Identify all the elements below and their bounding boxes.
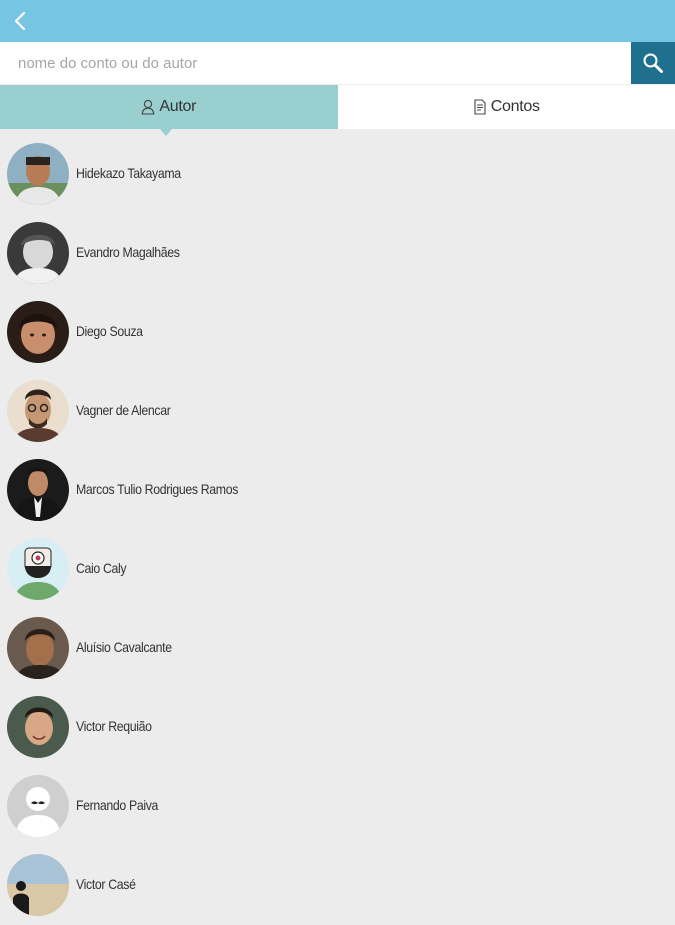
search-input[interactable] (0, 42, 631, 84)
chevron-left-icon (13, 10, 27, 32)
author-name: Hidekazo Takayama (76, 165, 181, 181)
author-name: Aluísio Cavalcante (76, 639, 172, 655)
author-avatar (7, 775, 69, 837)
author-list-item[interactable]: Diego Souza (0, 293, 675, 372)
author-avatar (7, 380, 69, 442)
user-icon (141, 99, 155, 115)
app-top-bar (0, 0, 675, 42)
author-name: Victor Casé (76, 876, 136, 892)
author-list-item[interactable]: Hidekazo Takayama (0, 135, 675, 214)
author-name: Vagner de Alencar (76, 402, 170, 418)
tab-autor[interactable]: Autor (0, 85, 338, 129)
author-list: Hidekazo Takayama Evandro Magalhães Dieg… (0, 135, 675, 925)
author-avatar (7, 222, 69, 284)
author-list-item[interactable]: Caio Caly (0, 530, 675, 609)
author-list-item[interactable]: Aluísio Cavalcante (0, 609, 675, 688)
author-list-item[interactable]: Vagner de Alencar (0, 372, 675, 451)
author-list-item[interactable]: Marcos Tulio Rodrigues Ramos (0, 451, 675, 530)
author-avatar (7, 854, 69, 916)
search-bar (0, 42, 675, 84)
author-avatar (7, 301, 69, 363)
author-list-item[interactable]: Victor Casé (0, 846, 675, 925)
author-list-item[interactable]: Fernando Paiva (0, 767, 675, 846)
author-name: Marcos Tulio Rodrigues Ramos (76, 481, 238, 497)
author-avatar (7, 143, 69, 205)
back-button[interactable] (8, 9, 32, 33)
tab-contos[interactable]: Contos (338, 85, 675, 129)
author-name: Evandro Magalhães (76, 244, 180, 260)
author-name: Caio Caly (76, 560, 126, 576)
author-name: Fernando Paiva (76, 797, 158, 813)
author-name: Diego Souza (76, 323, 143, 339)
tab-autor-label: Autor (159, 98, 196, 116)
search-button[interactable] (631, 42, 675, 84)
author-avatar (7, 538, 69, 600)
author-name: Victor Requião (76, 718, 152, 734)
search-icon (642, 52, 664, 74)
tab-contos-label: Contos (491, 98, 540, 116)
tab-bar: Autor Contos (0, 85, 675, 129)
author-list-item[interactable]: Evandro Magalhães (0, 214, 675, 293)
author-avatar (7, 617, 69, 679)
document-icon (473, 99, 487, 115)
author-list-item[interactable]: Victor Requião (0, 688, 675, 767)
author-avatar (7, 459, 69, 521)
author-avatar (7, 696, 69, 758)
